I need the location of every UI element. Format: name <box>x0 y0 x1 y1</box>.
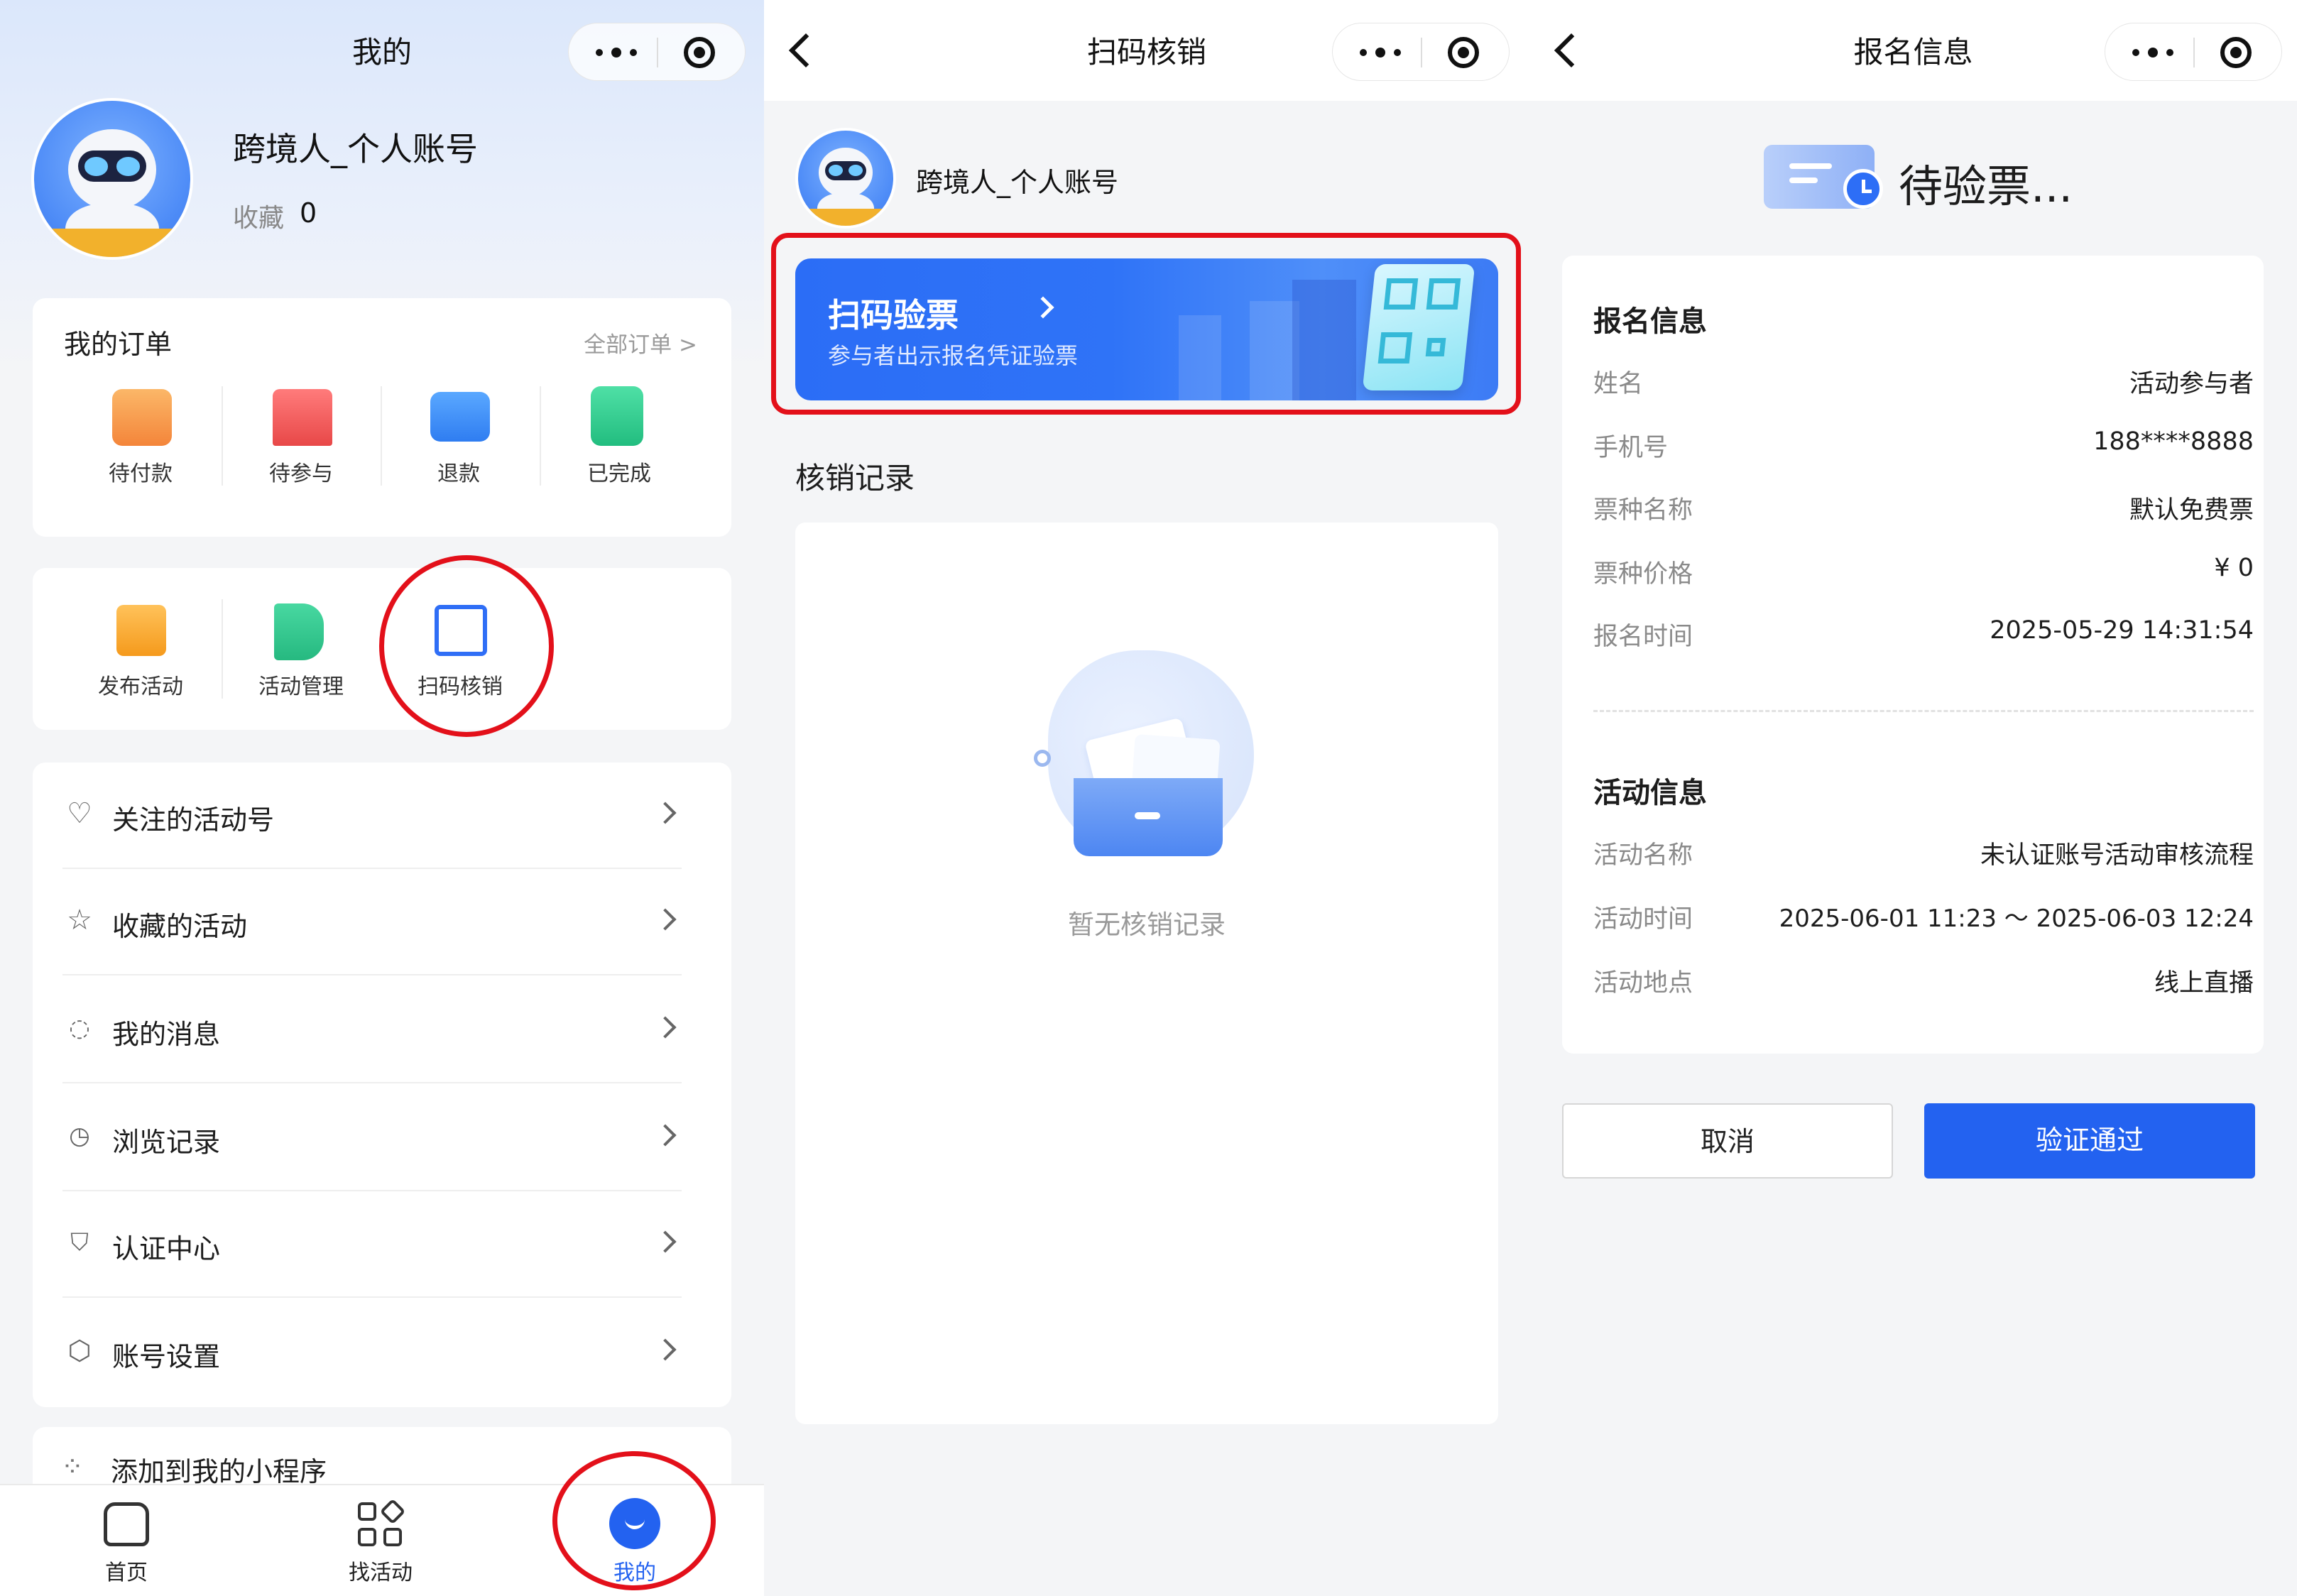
field-key: 活动时间 <box>1593 905 1693 934</box>
avatar[interactable] <box>31 98 193 260</box>
chevron-right-icon <box>654 1338 677 1361</box>
field-value-activity-time: 2025-06-01 11:23 ～ 2025-06-03 12:24 <box>1779 904 2254 933</box>
clock-icon: ◷ <box>69 1122 90 1150</box>
profile-name: 跨境人_个人账号 <box>916 167 1119 198</box>
chevron-right-icon <box>654 1230 677 1253</box>
field-value-ticket-type: 默认免费票 <box>2129 496 2254 525</box>
highlight-circle-tab <box>552 1451 716 1590</box>
nav-bar: 扫码核销 <box>764 0 1529 101</box>
favorites-count: 0 <box>300 197 317 229</box>
field-key: 票种名称 <box>1593 496 1693 525</box>
field-key: 票种价格 <box>1593 560 1693 589</box>
star-icon: ☆ <box>67 904 92 936</box>
my-page-panel: 我的 跨境人_个人账号 收藏 0 我的订单 全部订单 > 待付款 待参与 退款 … <box>0 0 764 1596</box>
field-key: 报名时间 <box>1593 623 1693 651</box>
highlight-circle-scan <box>379 555 554 737</box>
avatar <box>795 128 896 229</box>
clipboard-check-icon[interactable] <box>591 386 643 446</box>
more-icon[interactable] <box>1360 42 1417 63</box>
order-to-attend[interactable]: 待参与 <box>230 456 372 487</box>
tab-find-activity[interactable]: 找活动 <box>310 1555 452 1586</box>
home-icon[interactable] <box>104 1502 149 1546</box>
order-pending-payment[interactable]: 待付款 <box>70 456 212 487</box>
records-title: 核销记录 <box>795 461 915 496</box>
clock-icon <box>1843 169 1883 209</box>
field-key: 活动名称 <box>1593 841 1693 870</box>
mini-program-capsule <box>2105 23 2282 81</box>
menu-account-settings[interactable]: ⬡ 账号设置 <box>33 1299 711 1406</box>
orders-card: 我的订单 全部订单 > 待付款 待参与 退款 已完成 <box>33 298 731 537</box>
chevron-right-icon <box>654 908 677 931</box>
menu-history[interactable]: ◷ 浏览记录 <box>33 1085 711 1191</box>
more-icon[interactable] <box>2132 42 2189 63</box>
menu-verification-center[interactable]: ⛉ 认证中心 <box>33 1191 711 1298</box>
profile-name: 跨境人_个人账号 <box>233 130 478 168</box>
menu-followed-accounts[interactable]: ♡ 关注的活动号 <box>33 763 711 869</box>
field-value-ticket-price: ¥ 0 <box>2214 554 2254 582</box>
empty-text: 暂无核销记录 <box>1068 909 1226 940</box>
field-key: 活动地点 <box>1593 969 1693 998</box>
field-value-name: 活动参与者 <box>2129 370 2254 398</box>
grid-small-icon: ⁘ <box>61 1451 84 1482</box>
activity-section-title: 活动信息 <box>1593 777 1707 809</box>
menu-messages[interactable]: ◌ 我的消息 <box>33 977 711 1083</box>
flag-gear-icon[interactable] <box>274 603 324 660</box>
favorites-label: 收藏 <box>233 204 285 233</box>
orders-title: 我的订单 <box>64 329 173 360</box>
all-orders-link[interactable]: 全部订单 > <box>584 327 697 359</box>
close-program-icon[interactable] <box>1448 37 1479 68</box>
verify-pass-button[interactable]: 验证通过 <box>1924 1103 2255 1179</box>
heart-icon: ♡ <box>67 797 92 830</box>
registration-section-title: 报名信息 <box>1593 305 1707 338</box>
registration-info-panel: 报名信息 待验票... 报名信息 姓名 活动参与者 手机号 188****888… <box>1529 0 2297 1596</box>
order-refund[interactable]: 退款 <box>388 456 530 487</box>
shield-icon: ⛉ <box>70 1228 89 1257</box>
divider <box>1593 710 2254 712</box>
tab-home[interactable]: 首页 <box>55 1555 197 1586</box>
empty-inbox-icon <box>1034 650 1261 878</box>
calendar-plus-icon[interactable] <box>116 605 166 656</box>
chevron-right-icon <box>654 802 677 824</box>
close-program-icon[interactable] <box>2220 37 2252 68</box>
ticket-status: 待验票... <box>1899 160 2073 212</box>
publish-activity[interactable]: 发布活动 <box>70 669 212 700</box>
activity-management[interactable]: 活动管理 <box>230 669 372 700</box>
cancel-button[interactable]: 取消 <box>1562 1103 1893 1179</box>
mini-program-capsule <box>1332 23 1510 81</box>
chevron-right-icon <box>654 1124 677 1147</box>
menu-card: ♡ 关注的活动号 ☆ 收藏的活动 ◌ 我的消息 ◷ 浏览记录 ⛉ 认证中心 ⬡ … <box>33 763 731 1407</box>
nav-bar: 我的 <box>0 0 764 101</box>
chat-icon: ◌ <box>69 1014 90 1042</box>
nav-bar: 报名信息 <box>1529 0 2297 101</box>
scan-verify-panel: 扫码核销 跨境人_个人账号 扫码验票 参与者出示报名凭证验票 核销记录 暂无核销… <box>764 0 1529 1596</box>
field-value-activity-name: 未认证账号活动审核流程 <box>1980 841 2254 870</box>
field-value-register-time: 2025-05-29 14:31:54 <box>1990 616 2254 645</box>
refund-card-icon[interactable] <box>430 392 490 442</box>
more-icon[interactable] <box>596 42 653 63</box>
settings-icon: ⬡ <box>67 1335 92 1366</box>
info-card: 报名信息 姓名 活动参与者 手机号 188****8888 票种名称 默认免费票… <box>1562 256 2264 1054</box>
field-value-phone: 188****8888 <box>2093 427 2254 456</box>
field-key: 手机号 <box>1593 434 1669 462</box>
bookmark-star-icon[interactable] <box>273 389 332 446</box>
mini-program-capsule <box>568 23 746 81</box>
records-card: 暂无核销记录 <box>795 523 1498 1424</box>
field-key: 姓名 <box>1593 370 1644 398</box>
order-completed[interactable]: 已完成 <box>548 456 690 487</box>
field-value-activity-location: 线上直播 <box>2154 969 2254 998</box>
grid-icon[interactable] <box>358 1498 406 1548</box>
close-program-icon[interactable] <box>684 37 715 68</box>
chevron-right-icon <box>654 1016 677 1039</box>
menu-saved-activities[interactable]: ☆ 收藏的活动 <box>33 869 711 975</box>
highlight-box-banner <box>771 233 1521 415</box>
wallet-icon[interactable] <box>112 389 172 446</box>
